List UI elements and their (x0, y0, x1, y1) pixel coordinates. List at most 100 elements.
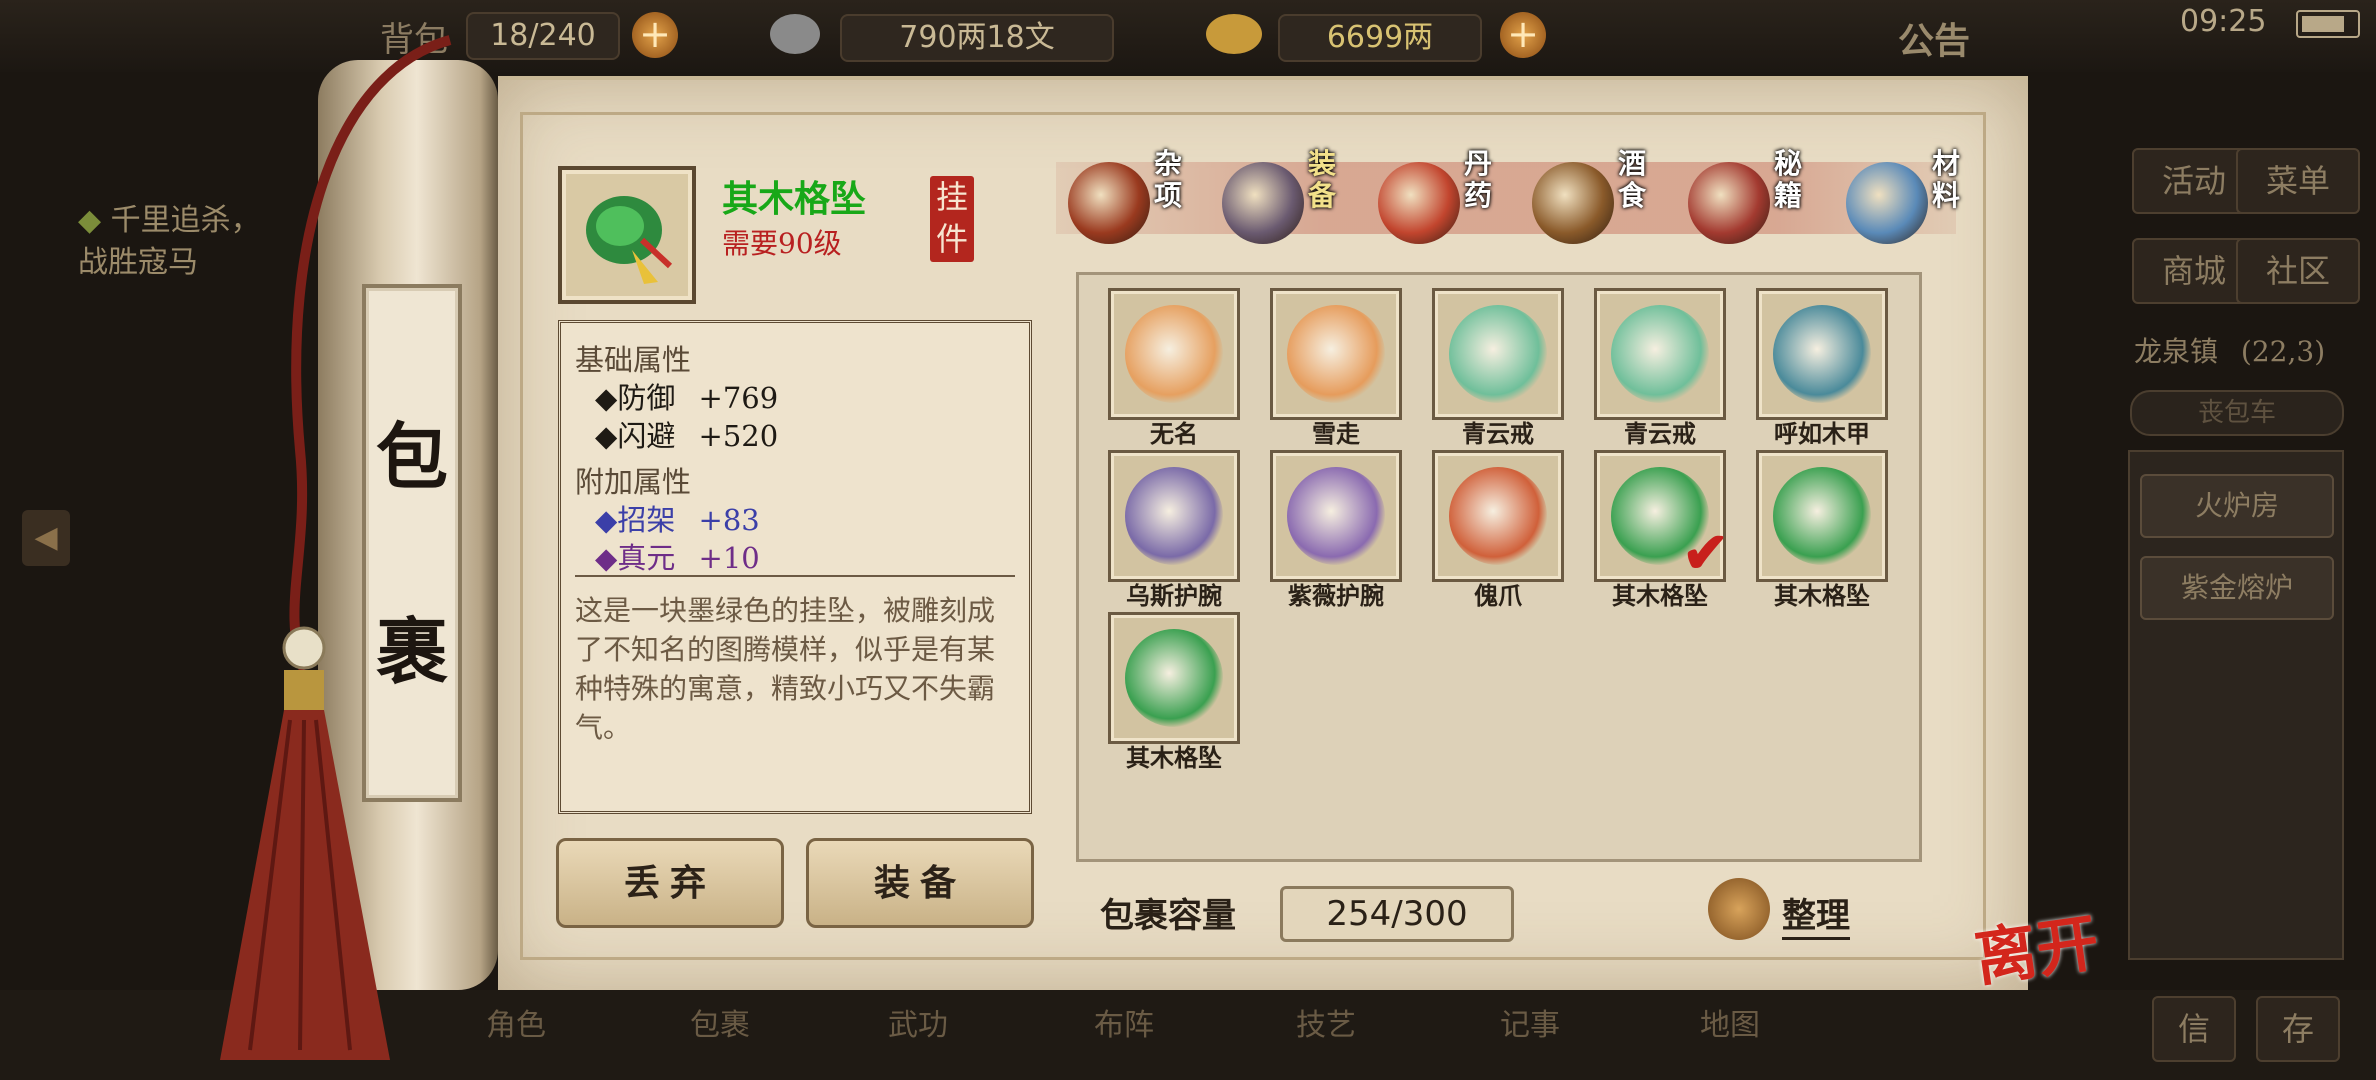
add-bag-button[interactable]: + (632, 12, 678, 58)
base-attr-row: ◆闪避 +520 (595, 419, 779, 453)
ring-icon (1611, 305, 1709, 403)
category-tab[interactable]: 材料 (1840, 148, 1990, 248)
sword-icon (1125, 305, 1223, 403)
inventory-slot[interactable] (1270, 450, 1402, 582)
nav-bag[interactable]: 包裹 (690, 1000, 750, 1044)
nav-martial-arts[interactable]: 武功 (888, 1000, 948, 1044)
nav-map[interactable]: 地图 (1700, 1000, 1760, 1044)
item-level-requirement: 需要90级 (722, 227, 842, 260)
item-name: 其木格坠 (722, 178, 867, 220)
collapse-arrow-icon[interactable]: ◀ (22, 510, 70, 566)
nav-skills[interactable]: 技艺 (1296, 1000, 1356, 1044)
category-tab-label: 秘籍 (1774, 147, 1803, 212)
inventory-slot-name: 呼如木甲 (1774, 419, 1870, 448)
inventory-slot[interactable] (1432, 288, 1564, 420)
inventory-slot[interactable] (1108, 450, 1240, 582)
bag-count: 18/240 (466, 12, 620, 60)
category-tab-label: 丹药 (1464, 147, 1493, 212)
item-description: 这是一块墨绿色的挂坠，被雕刻成了不知名的图腾模样，似乎是有某种特殊的寓意，精致小… (575, 594, 996, 744)
inventory-slot[interactable] (1432, 450, 1564, 582)
nav-character[interactable]: 角色 (486, 1000, 546, 1044)
battery-icon (2296, 10, 2360, 38)
inventory-slot[interactable] (1270, 288, 1402, 420)
bag-icon[interactable] (1708, 878, 1770, 940)
inventory-slot[interactable] (1108, 612, 1240, 744)
gold-amount: 6699两 (1278, 14, 1482, 62)
inventory-slot-name: 无名 (1150, 419, 1198, 448)
clock: 09:25 (2180, 4, 2267, 39)
add-gold-button[interactable]: + (1500, 12, 1546, 58)
inventory-slot[interactable]: ✔ (1594, 450, 1729, 586)
category-tab[interactable]: 装备 (1216, 148, 1366, 248)
attr-value: +769 (698, 381, 779, 415)
item-details-box: 基础属性 ◆防御 +769 ◆闪避 +520 附加属性 ◆招架 +83 ◆真元 … (558, 320, 1032, 814)
weapons-icon (1222, 162, 1304, 244)
bracer-icon (1287, 467, 1385, 565)
forge-button[interactable]: 紫金熔炉 (2140, 556, 2334, 620)
attr-value: +83 (698, 503, 760, 537)
attr-name: 闪避 (617, 419, 676, 453)
seal-char: 件 (935, 220, 968, 258)
capacity-label: 包裹容量 (1100, 896, 1236, 936)
save-button[interactable]: 存 (2256, 996, 2340, 1062)
capacity-value: 254/300 (1280, 886, 1514, 942)
books-icon (1688, 162, 1770, 244)
tassel-decoration (220, 35, 452, 1060)
category-tab-label: 酒食 (1618, 147, 1647, 212)
attr-value: +520 (698, 419, 779, 453)
attr-name: 真元 (617, 541, 676, 575)
inventory-slot-name: 雪走 (1312, 419, 1360, 448)
base-attr-header: 基础属性 (575, 343, 692, 377)
attr-value: +10 (698, 541, 760, 575)
category-tab[interactable]: 秘籍 (1682, 148, 1832, 248)
seal-char: 挂 (935, 178, 968, 216)
community-button[interactable]: 社区 (2236, 238, 2360, 304)
nav-formation[interactable]: 布阵 (1094, 1000, 1154, 1044)
category-tab-label: 杂项 (1154, 147, 1183, 212)
wine-food-icon (1532, 162, 1614, 244)
discard-button[interactable]: 丢弃 (556, 838, 784, 928)
location-label: 龙泉镇 (22,3) (2134, 330, 2325, 370)
inventory-slot[interactable] (1756, 288, 1888, 420)
equip-button[interactable]: 装备 (806, 838, 1034, 928)
silver-amount: 790两18文 (840, 14, 1114, 62)
location-coords: (22,3) (2240, 335, 2326, 368)
inventory-slot-name: 其木格坠 (1612, 581, 1708, 610)
inventory-slot[interactable] (1594, 288, 1726, 420)
extra-attr-header: 附加属性 (575, 465, 692, 499)
nav-journal[interactable]: 记事 (1500, 1000, 1560, 1044)
inventory-slot[interactable] (1108, 288, 1240, 420)
inventory-slot-name: 紫薇护腕 (1288, 581, 1384, 610)
equipped-check-icon: ✔ (1682, 520, 1729, 586)
silver-ingot-icon (770, 14, 820, 54)
extra-attr-row: ◆招架 +83 (595, 503, 760, 537)
inventory-slot-name: 乌斯护腕 (1126, 581, 1222, 610)
attr-name: 防御 (617, 381, 676, 415)
category-tab[interactable]: 丹药 (1372, 148, 1522, 248)
bracer-icon (1125, 467, 1223, 565)
item-slot-seal: 挂 件 (930, 176, 974, 262)
mail-button[interactable]: 信 (2152, 996, 2236, 1062)
pills-icon (1378, 162, 1460, 244)
category-tab[interactable]: 酒食 (1526, 148, 1676, 248)
ring-icon (1449, 305, 1547, 403)
base-attr-row: ◆防御 +769 (595, 381, 779, 415)
bag-tab-label[interactable]: 丧包车 (2130, 390, 2344, 436)
category-tab[interactable]: 杂项 (1062, 148, 1212, 248)
sort-button[interactable]: 整理 (1782, 888, 1850, 940)
inventory-slot-name: 其木格坠 (1774, 581, 1870, 610)
inventory-slot-name: 青云戒 (1624, 419, 1696, 448)
notice-button[interactable]: 公告 (1898, 12, 1970, 64)
inventory-slot[interactable] (1756, 450, 1888, 582)
crystal-icon (1846, 162, 1928, 244)
pendant-icon (586, 196, 673, 284)
category-tab-label: 材料 (1932, 147, 1961, 212)
inventory-slot-name: 青云戒 (1462, 419, 1534, 448)
leave-button[interactable]: 离开 (1968, 892, 2103, 998)
furnace-button[interactable]: 火炉房 (2140, 474, 2334, 538)
selected-item-slot (558, 166, 696, 304)
jar-icon (1068, 162, 1150, 244)
attr-name: 招架 (617, 503, 676, 537)
menu-button[interactable]: 菜单 (2236, 148, 2360, 214)
claw-icon (1449, 467, 1547, 565)
